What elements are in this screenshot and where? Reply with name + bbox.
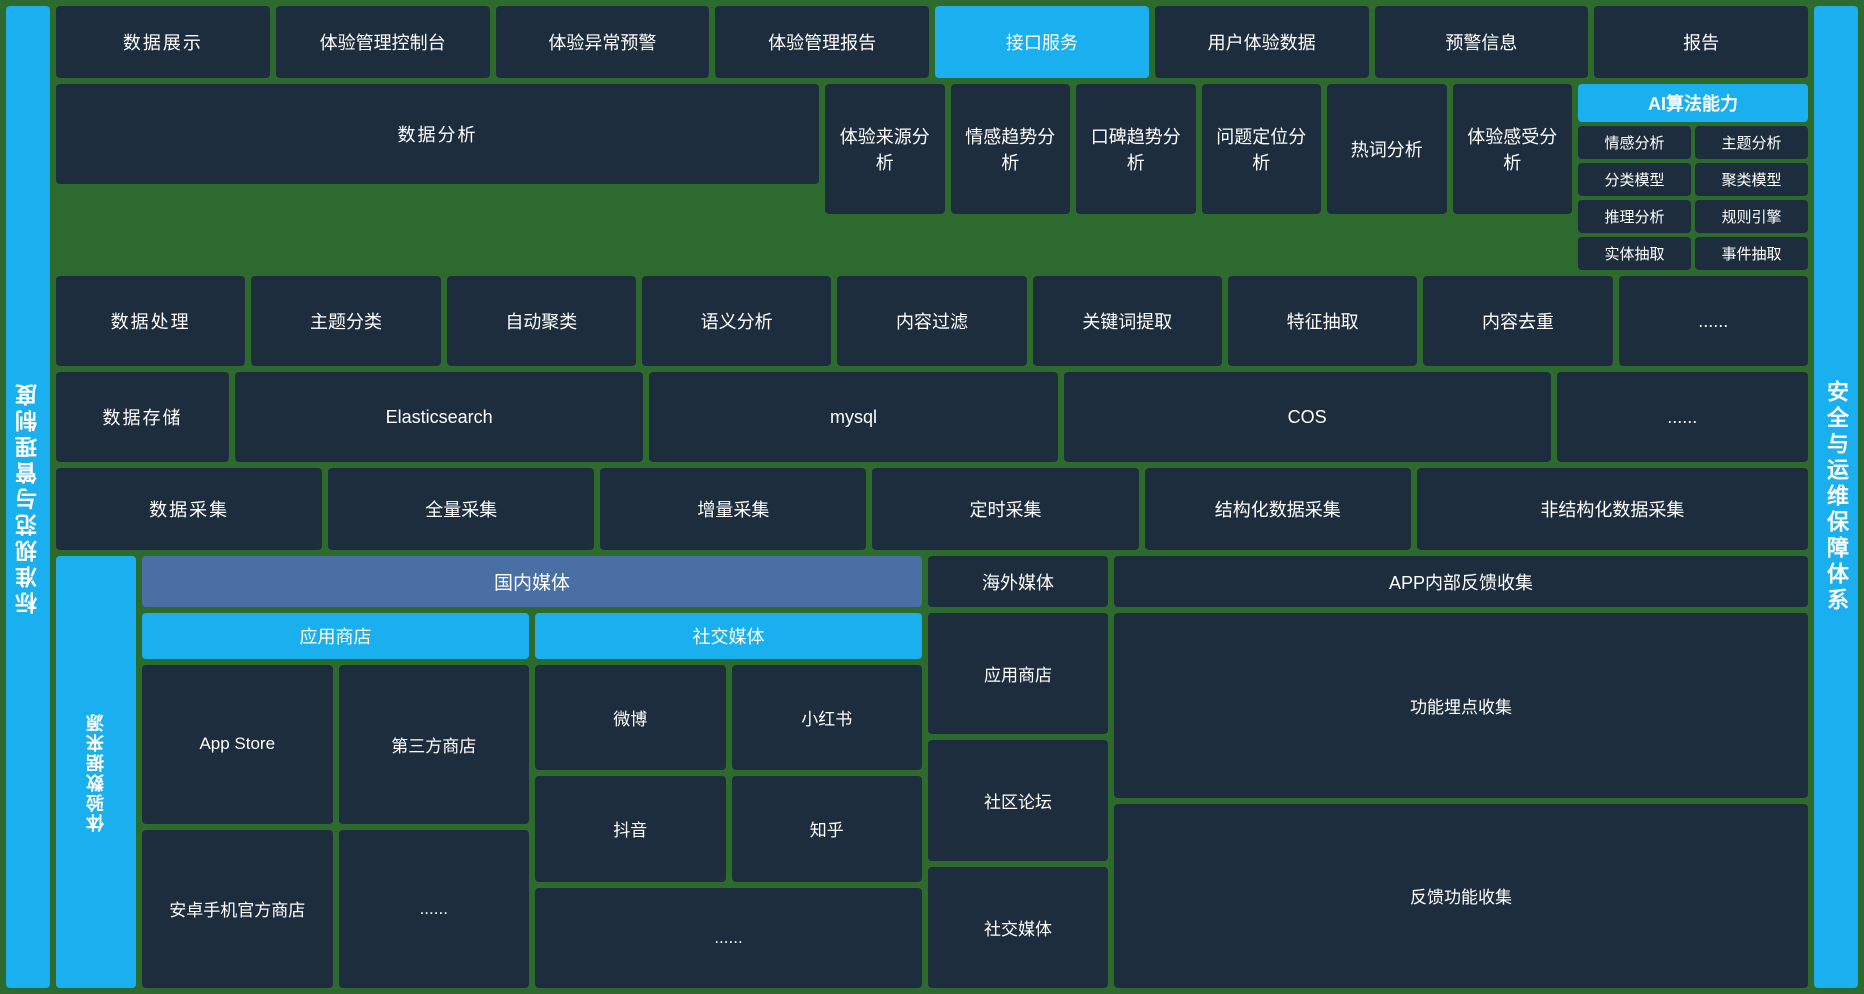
cell-source-analysis: 体验来源分析: [825, 84, 945, 214]
domestic-sub-blocks: 应用商店 App Store 第三方商店 安卓手机官方商店 ...... 社交媒…: [142, 613, 922, 988]
cell-feature-extract: 特征抽取: [1228, 276, 1417, 366]
cell-experience-perception: 体验感受分析: [1453, 84, 1573, 214]
row-data-display: 数据展示 体验管理控制台 体验异常预警 体验管理报告 接口服务 用户体验数据 预…: [56, 6, 1808, 78]
cell-weibo: 微博: [535, 665, 726, 770]
row-data-analysis: 数据分析 体验来源分析 情感趋势分析 口碑趋势分析 问题定位分析 热词分析 体验…: [56, 84, 1808, 270]
cell-report: 报告: [1594, 6, 1808, 78]
right-side-label: 安全与运维保障体系: [1814, 6, 1858, 988]
cell-topic-classify: 主题分类: [251, 276, 440, 366]
cell-content-filter: 内容过滤: [837, 276, 1026, 366]
cell-overseas-community: 社区论坛: [928, 740, 1108, 861]
cell-semantic-analysis: 语义分析: [642, 276, 831, 366]
cell-api-service: 接口服务: [935, 6, 1149, 78]
overseas-block: 应用商店 社区论坛 社交媒体: [928, 613, 1108, 988]
cell-scheduled-collection: 定时采集: [872, 468, 1138, 550]
app-store-section-title: 应用商店: [142, 613, 529, 659]
cell-app-store: App Store: [142, 665, 333, 824]
cell-content-dedup: 内容去重: [1423, 276, 1612, 366]
main-content: 数据展示 体验管理控制台 体验异常预警 体验管理报告 接口服务 用户体验数据 预…: [56, 6, 1808, 988]
cell-experience-control: 体验管理控制台: [276, 6, 490, 78]
ai-entity: 实体抽取: [1578, 237, 1691, 270]
cell-structured-collection: 结构化数据采集: [1145, 468, 1411, 550]
cell-more-social: ......: [535, 888, 922, 988]
right-feedback-block: 功能埋点收集 反馈功能收集: [1114, 613, 1808, 988]
cell-sentiment-trend: 情感趋势分析: [951, 84, 1071, 214]
cell-third-party-store: 第三方商店: [339, 665, 530, 824]
cell-experience-warning: 体验异常预警: [496, 6, 710, 78]
ai-topic: 主题分析: [1695, 126, 1808, 159]
cell-zhihu: 知乎: [732, 776, 923, 881]
cell-unstructured-collection: 非结构化数据采集: [1417, 468, 1808, 550]
ai-grid: 情感分析 主题分析 分类模型 聚类模型 推理分析 规则引擎 实体抽取 事件抽取: [1578, 126, 1808, 270]
ai-sentiment: 情感分析: [1578, 126, 1691, 159]
domestic-media-row: 国内媒体 海外媒体 APP内部反馈收集: [142, 556, 1808, 607]
ai-algorithm-block: AI算法能力 情感分析 主题分析 分类模型 聚类模型 推理分析 规则引擎 实体抽…: [1578, 84, 1808, 270]
cell-function-buried: 功能埋点收集: [1114, 613, 1808, 798]
ai-event: 事件抽取: [1695, 237, 1808, 270]
cell-warning-info: 预警信息: [1375, 6, 1589, 78]
cell-issue-location: 问题定位分析: [1202, 84, 1322, 214]
row-label-data-analysis: 数据分析: [56, 84, 819, 184]
cell-douyin: 抖音: [535, 776, 726, 881]
cell-cos: COS: [1064, 372, 1551, 462]
ai-classification: 分类模型: [1578, 163, 1691, 196]
domestic-media-label: 国内媒体: [142, 556, 922, 607]
cell-feedback-function: 反馈功能收集: [1114, 804, 1808, 989]
cell-android-official: 安卓手机官方商店: [142, 830, 333, 989]
cell-full-collection: 全量采集: [328, 468, 594, 550]
experience-source-inner: 国内媒体 海外媒体 APP内部反馈收集 应用商店 App Store 第三方商店: [142, 556, 1808, 988]
overseas-media-label: 海外媒体: [928, 556, 1108, 607]
cell-more-storage: ......: [1557, 372, 1808, 462]
row-label-data-display: 数据展示: [56, 6, 270, 78]
cell-overseas-social: 社交媒体: [928, 867, 1108, 988]
row-data-collection: 数据采集 全量采集 增量采集 定时采集 结构化数据采集 非结构化数据采集: [56, 468, 1808, 550]
left-side-label: 标准规范与管理制度: [6, 6, 50, 988]
cell-incremental-collection: 增量采集: [600, 468, 866, 550]
source-middle-row: 应用商店 App Store 第三方商店 安卓手机官方商店 ...... 社交媒…: [142, 613, 1808, 988]
social-grid: 微博 小红书 抖音 知乎 ......: [535, 665, 922, 988]
cell-mysql: mysql: [649, 372, 1057, 462]
cell-experience-report: 体验管理报告: [715, 6, 929, 78]
app-store-grid: App Store 第三方商店 安卓手机官方商店 ......: [142, 665, 529, 988]
row-experience-data-source: 体验数据来源 国内媒体 海外媒体 APP内部反馈收集 应用商店: [56, 556, 1808, 988]
row-label-data-collection: 数据采集: [56, 468, 322, 550]
cell-xiaohongshu: 小红书: [732, 665, 923, 770]
cell-user-experience-data: 用户体验数据: [1155, 6, 1369, 78]
cell-overseas-app-store: 应用商店: [928, 613, 1108, 734]
cell-auto-cluster: 自动聚类: [447, 276, 636, 366]
social-media-block: 社交媒体 微博 小红书 抖音 知乎 ......: [535, 613, 922, 988]
cell-hot-words: 热词分析: [1327, 84, 1447, 214]
ai-title: AI算法能力: [1578, 84, 1808, 122]
ai-reasoning: 推理分析: [1578, 200, 1691, 233]
analysis-cells: 体验来源分析 情感趋势分析 口碑趋势分析 问题定位分析 热词分析 体验感受分析: [825, 84, 1572, 270]
ai-clustering: 聚类模型: [1695, 163, 1808, 196]
row-data-processing: 数据处理 主题分类 自动聚类 语义分析 内容过滤 关键词提取 特征抽取 内容去重…: [56, 276, 1808, 366]
row-label-data-storage: 数据存储: [56, 372, 229, 462]
row-data-storage: 数据存储 Elasticsearch mysql COS ......: [56, 372, 1808, 462]
cell-word-of-mouth: 口碑趋势分析: [1076, 84, 1196, 214]
cell-elasticsearch: Elasticsearch: [235, 372, 643, 462]
cell-more-stores: ......: [339, 830, 530, 989]
cell-more-processing: ......: [1619, 276, 1808, 366]
cell-keyword-extract: 关键词提取: [1033, 276, 1222, 366]
app-feedback-label: APP内部反馈收集: [1114, 556, 1808, 607]
ai-rules: 规则引擎: [1695, 200, 1808, 233]
social-media-section-title: 社交媒体: [535, 613, 922, 659]
row-label-experience-source: 体验数据来源: [56, 556, 136, 988]
row-label-data-processing: 数据处理: [56, 276, 245, 366]
app-store-block: 应用商店 App Store 第三方商店 安卓手机官方商店 ......: [142, 613, 529, 988]
